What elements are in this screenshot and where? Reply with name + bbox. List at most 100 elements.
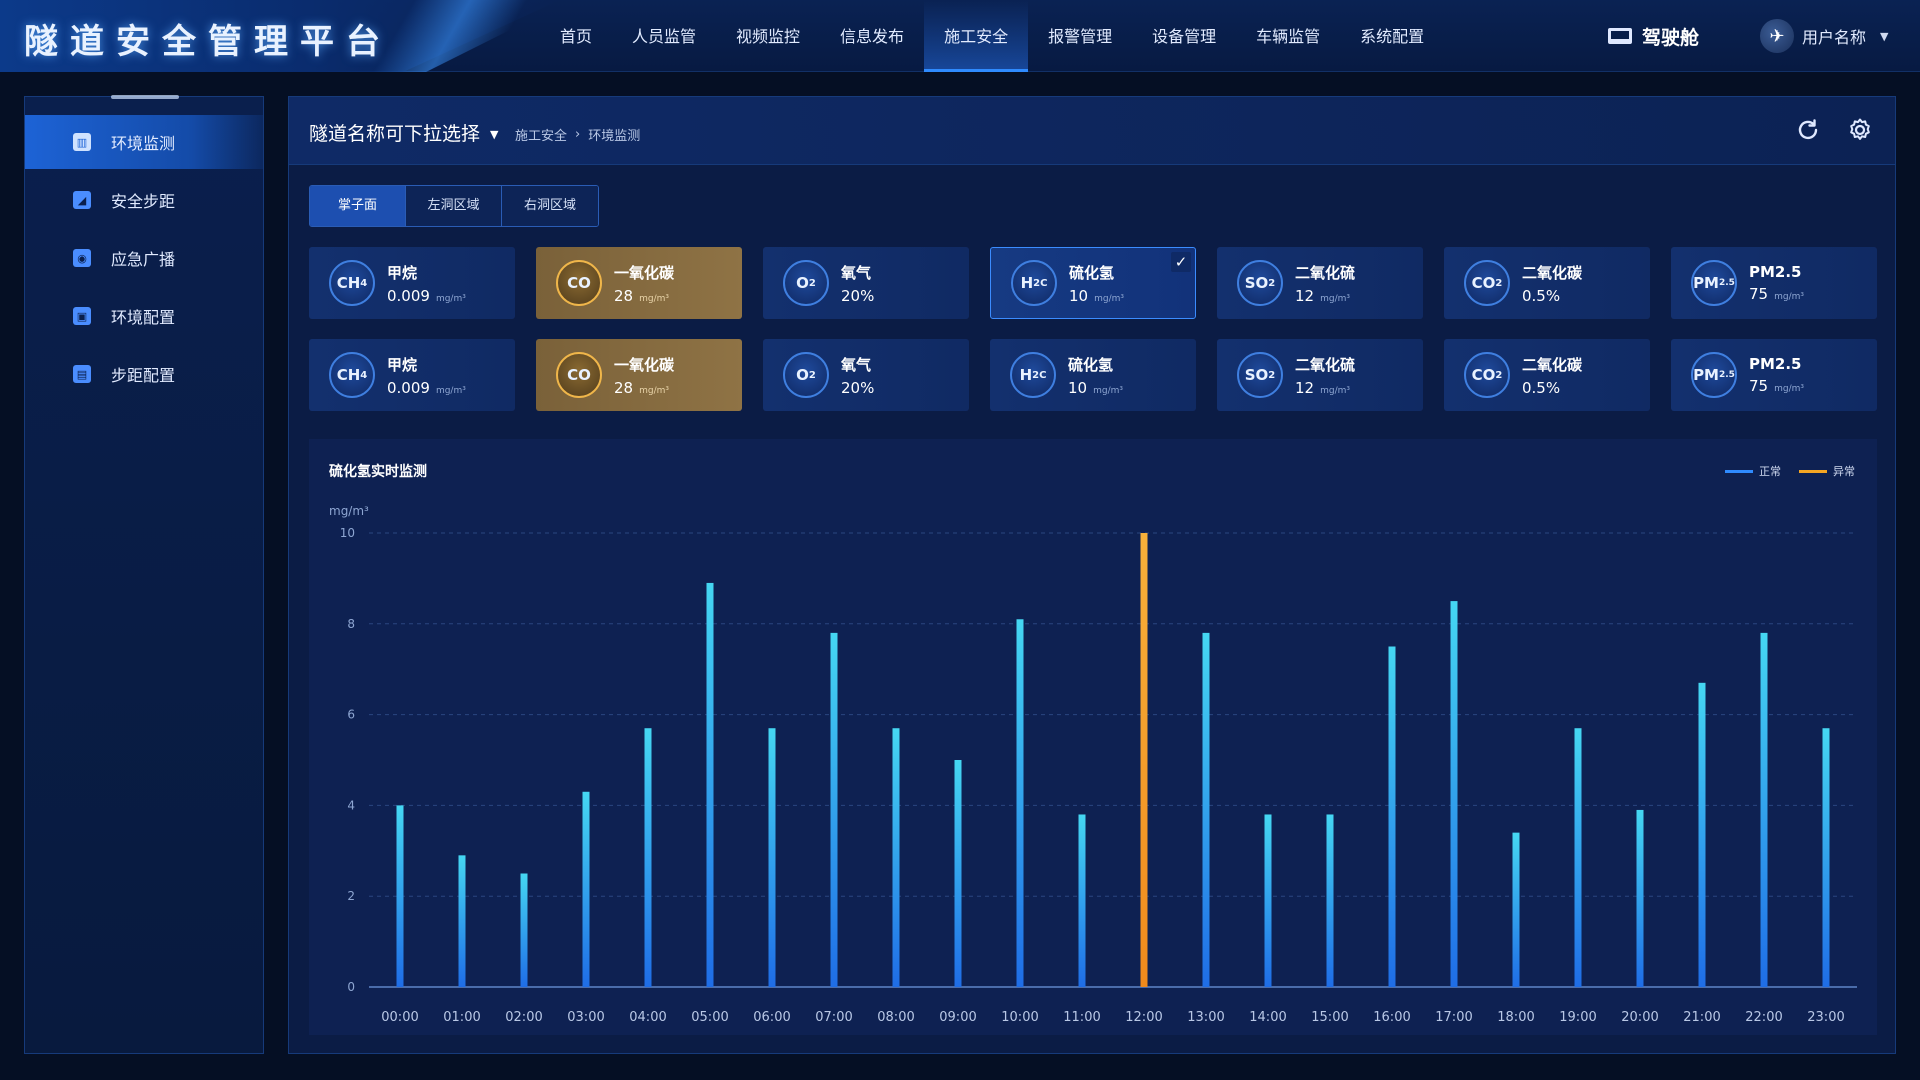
gas-card[interactable]: H 2C 硫化氢 10 mg/m³ — [990, 339, 1196, 411]
sidebar-item[interactable]: ◢ 安全步距 — [25, 173, 263, 227]
gas-unit: mg/m³ — [1094, 293, 1124, 304]
gas-card-text: 二氧化硫 12 mg/m³ — [1295, 354, 1355, 397]
chevron-down-icon: ▼ — [1880, 29, 1889, 43]
x-tick-label: 08:00 — [877, 1010, 914, 1025]
gas-card[interactable]: O 2 氧气 20% — [763, 339, 969, 411]
nav-item[interactable]: 视频监控 — [716, 0, 820, 72]
chart-bar[interactable] — [954, 760, 962, 987]
nav-item[interactable]: 施工安全 — [924, 0, 1029, 72]
user-menu[interactable]: ✈ 用户名称 ▼ — [1760, 18, 1888, 54]
chart-bar[interactable] — [1450, 601, 1458, 987]
monitor-icon — [1608, 28, 1632, 44]
nav-item[interactable]: 人员监管 — [612, 0, 716, 72]
nav-item[interactable]: 系统配置 — [1340, 0, 1444, 72]
x-tick-label: 03:00 — [567, 1010, 604, 1025]
gas-card-text: 二氧化碳 0.5% — [1522, 262, 1582, 305]
y-tick-label: 4 — [347, 798, 355, 812]
nav-item[interactable]: 设备管理 — [1132, 0, 1236, 72]
environment-monitor-icon: ▥ — [73, 133, 91, 151]
nav-item[interactable]: 首页 — [540, 0, 612, 72]
area-tab[interactable]: 左洞区域 — [406, 186, 502, 226]
gas-badge: CO 2 — [1464, 260, 1510, 306]
chart-bar[interactable] — [892, 728, 900, 987]
gas-card[interactable]: O 2 氧气 20% — [763, 247, 969, 319]
gas-card-text: 氧气 20% — [841, 262, 874, 305]
area-tab[interactable]: 右洞区域 — [502, 186, 598, 226]
breadcrumb: 施工安全 › 环境监测 — [515, 125, 640, 144]
gas-unit: mg/m³ — [1320, 293, 1350, 304]
gas-card[interactable]: PM 2.5 PM2.5 75 mg/m³ — [1671, 247, 1877, 319]
gas-card[interactable]: SO 2 二氧化硫 12 mg/m³ — [1217, 339, 1423, 411]
chart-bar[interactable] — [706, 582, 714, 987]
gas-card[interactable]: CO 2 二氧化碳 0.5% — [1444, 247, 1650, 319]
gas-unit: mg/m³ — [1774, 384, 1804, 394]
y-axis-unit: mg/m³ — [329, 504, 369, 518]
gas-name: PM2.5 — [1749, 355, 1802, 373]
gas-card-text: 二氧化硫 12 mg/m³ — [1295, 262, 1355, 305]
area-tab[interactable]: 掌子面 — [310, 186, 406, 226]
gas-card[interactable]: CH 4 甲烷 0.009 mg/m³ — [309, 247, 515, 319]
gas-card[interactable]: CO 一氧化碳 28 mg/m³ — [536, 247, 742, 319]
gas-name: 一氧化碳 — [614, 263, 675, 282]
x-tick-label: 12:00 — [1125, 1010, 1162, 1025]
chart-bar[interactable] — [396, 805, 404, 987]
gas-value: 28 — [614, 286, 634, 305]
legend-item: 异常 — [1799, 463, 1855, 479]
x-tick-label: 15:00 — [1311, 1010, 1348, 1025]
gas-value-line: 10 mg/m³ — [1069, 287, 1124, 305]
sidebar-item[interactable]: ▤ 步距配置 — [25, 347, 263, 401]
chart-bar[interactable] — [1264, 814, 1272, 987]
chart-bar[interactable] — [1016, 619, 1024, 987]
y-tick-label: 0 — [347, 980, 355, 994]
gas-card[interactable]: CO 一氧化碳 28 mg/m³ — [536, 339, 742, 411]
gas-badge: CO — [556, 260, 602, 306]
chart-bar[interactable] — [1140, 533, 1148, 987]
chart-bar[interactable] — [1078, 814, 1086, 987]
refresh-button[interactable] — [1793, 115, 1823, 145]
gas-badge: SO 2 — [1237, 352, 1283, 398]
legend-item: 正常 — [1725, 463, 1781, 479]
tunnel-select[interactable]: 隧道名称可下拉选择 ▼ — [309, 119, 498, 146]
gas-card[interactable]: H 2C 硫化氢 10 mg/m³ ✓ — [990, 247, 1196, 319]
nav-item[interactable]: 车辆监管 — [1236, 0, 1340, 72]
chart-bar[interactable] — [1512, 832, 1520, 987]
gas-card[interactable]: PM 2.5 PM2.5 75 mg/m³ — [1671, 339, 1877, 411]
chart-bar[interactable] — [1202, 632, 1210, 987]
breadcrumb-item: 环境监测 — [588, 129, 641, 144]
sidebar-item[interactable]: ▣ 环境配置 — [25, 289, 263, 343]
gas-value-line: 10 mg/m³ — [1068, 379, 1123, 397]
gas-card[interactable]: CH 4 甲烷 0.009 mg/m³ — [309, 339, 515, 411]
cockpit-button[interactable]: 驾驶舱 — [1608, 22, 1699, 50]
sidebar-item[interactable]: ◉ 应急广播 — [25, 231, 263, 285]
chevron-right-icon: › — [575, 127, 581, 142]
gas-value-line: 12 mg/m³ — [1295, 379, 1355, 397]
gas-value: 28 — [614, 378, 634, 397]
nav-item[interactable]: 信息发布 — [820, 0, 924, 72]
chart-bar[interactable] — [582, 791, 590, 987]
gas-card[interactable]: SO 2 二氧化硫 12 mg/m³ — [1217, 247, 1423, 319]
gas-card[interactable]: CO 2 二氧化碳 0.5% — [1444, 339, 1650, 411]
chart-bar[interactable] — [1698, 682, 1706, 987]
chart-bar[interactable] — [1822, 728, 1830, 987]
gas-unit: mg/m³ — [435, 385, 466, 396]
settings-button[interactable] — [1845, 115, 1875, 145]
main-panel: 隧道名称可下拉选择 ▼ 施工安全 › 环境监测 掌子面 左洞区域 右洞区域 CH 4 甲… — [288, 96, 1896, 1054]
chart-bar[interactable] — [1636, 809, 1644, 987]
gas-card-text: 硫化氢 10 mg/m³ — [1069, 262, 1124, 305]
sidebar-item[interactable]: ▥ 环境监测 — [25, 115, 263, 169]
chart-bar[interactable] — [520, 873, 528, 988]
chart-bar[interactable] — [1388, 646, 1396, 988]
sidebar-list: ▥ 环境监测 ◢ 安全步距 ◉ 应急广播 ▣ 环境配置 ▤ 步距配置 — [25, 115, 263, 401]
nav-item[interactable]: 报警管理 — [1028, 0, 1132, 72]
top-header: 隧道安全管理平台 首页 人员监管 视频监控 信息发布 施工安全 报警管理 设备管理 车辆监管系… — [0, 0, 1920, 72]
chart-bar[interactable] — [1326, 814, 1334, 987]
chart-bar[interactable] — [830, 632, 838, 987]
chart-bar[interactable] — [1760, 632, 1768, 987]
gas-value-line: 0.009 mg/m³ — [387, 287, 466, 305]
chart-bar[interactable] — [1574, 728, 1582, 987]
breadcrumb-item[interactable]: 施工安全 — [515, 125, 567, 144]
gas-card-text: PM2.5 75 mg/m³ — [1749, 355, 1804, 395]
chart-bar[interactable] — [458, 855, 466, 987]
chart-bar[interactable] — [644, 728, 652, 987]
chart-bar[interactable] — [768, 728, 776, 987]
